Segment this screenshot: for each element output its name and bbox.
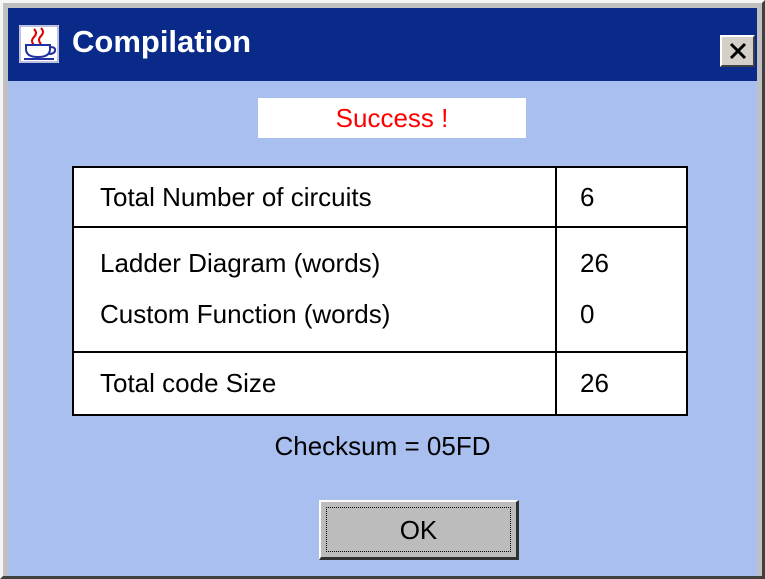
status-message: Success ! <box>258 98 526 138</box>
ok-button[interactable]: OK <box>319 500 519 560</box>
ok-button-label: OK <box>326 507 511 552</box>
checksum-text: Checksum = 05FD <box>274 431 491 461</box>
row-value: 26 <box>580 368 609 398</box>
table-row: Total Number of circuits 6 <box>74 168 686 228</box>
row-label: Custom Function (words) <box>100 299 391 329</box>
row-label: Ladder Diagram (words) <box>100 248 381 278</box>
compilation-stats-table: Total Number of circuits 6 Ladder Diagra… <box>72 166 688 416</box>
title-bar[interactable]: Compilation <box>8 8 757 81</box>
close-icon <box>729 42 747 60</box>
row-value: 0 <box>580 299 595 329</box>
close-button[interactable] <box>720 35 755 67</box>
compilation-dialog: Compilation Success ! Total Number of ci… <box>0 0 765 579</box>
table-row: Total code Size 26 <box>74 353 686 414</box>
row-label: Total code Size <box>100 368 277 398</box>
row-value: 6 <box>580 182 595 212</box>
row-label: Total Number of circuits <box>100 182 372 212</box>
table-row: Ladder Diagram (words) 26 Custom Functio… <box>74 228 686 353</box>
row-value: 26 <box>580 248 609 278</box>
column-divider <box>555 168 557 414</box>
dialog-content: Success ! Total Number of circuits 6 Lad… <box>8 81 757 576</box>
java-cup-icon <box>19 25 59 63</box>
window-title: Compilation <box>72 24 252 59</box>
